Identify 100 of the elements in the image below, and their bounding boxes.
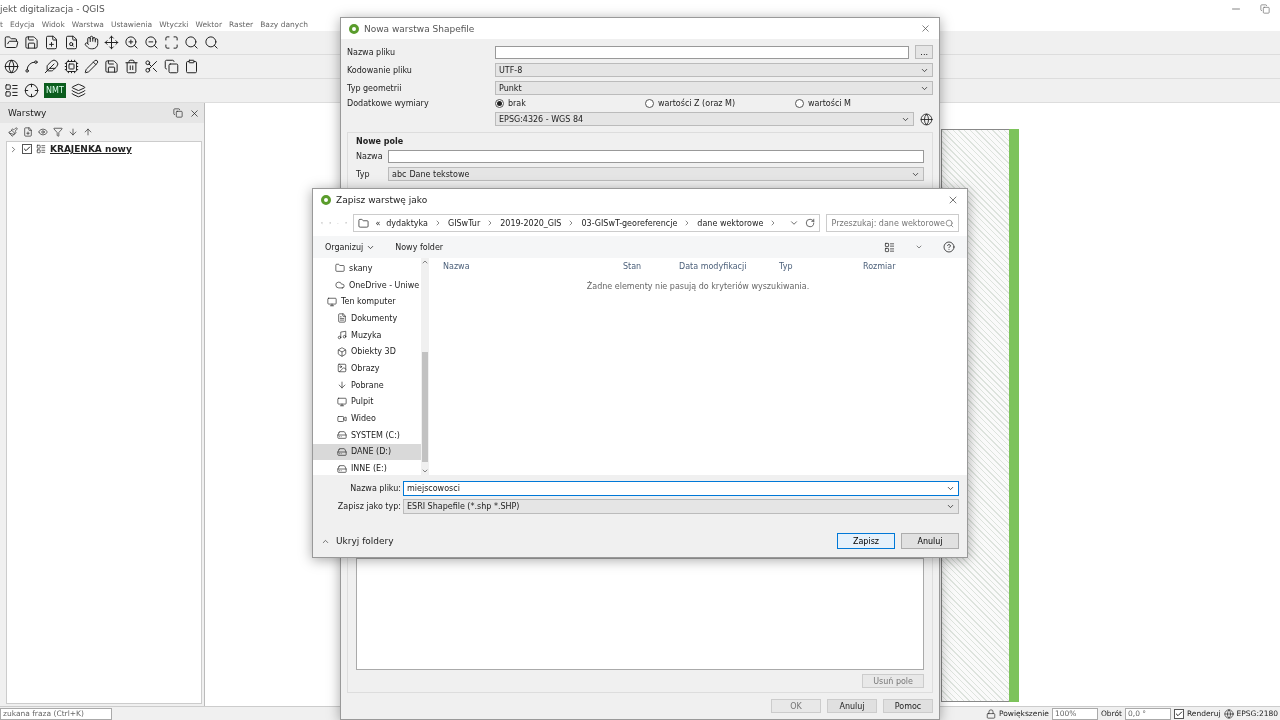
file-name-field[interactable]: miejscowosci <box>403 481 959 496</box>
hand-icon[interactable] <box>84 35 99 50</box>
radio-button[interactable] <box>645 99 654 108</box>
add-group-icon[interactable] <box>23 127 33 137</box>
column-header[interactable]: Stan <box>623 261 679 271</box>
help-icon[interactable] <box>943 241 955 253</box>
filter-icon[interactable] <box>53 127 63 137</box>
path-segment[interactable]: dane wektorowe <box>697 218 764 228</box>
nav-item[interactable]: OneDrive - Uniwe <box>313 276 421 294</box>
scissors-icon[interactable] <box>144 59 159 74</box>
scroll-up-icon[interactable] <box>421 258 429 266</box>
nav-item[interactable]: Muzyka <box>313 326 421 344</box>
nav-item[interactable]: Obiekty 3D <box>313 343 421 361</box>
crosshair-icon[interactable] <box>24 83 39 98</box>
column-header[interactable]: Typ <box>779 261 863 271</box>
nav-item[interactable]: skany <box>313 260 421 277</box>
folder-icon[interactable] <box>4 35 19 50</box>
zoom-in-icon[interactable] <box>124 35 139 50</box>
vector-icon[interactable] <box>24 59 39 74</box>
globe-icon[interactable] <box>1223 708 1234 719</box>
save-icon[interactable] <box>104 59 119 74</box>
path-segment[interactable]: 2019-2020_GIS <box>500 218 562 228</box>
copy-icon[interactable] <box>164 59 179 74</box>
search-icon[interactable] <box>204 35 219 50</box>
close-icon[interactable] <box>920 23 931 34</box>
path-prefix[interactable]: « <box>375 218 381 228</box>
browse-button[interactable]: ... <box>915 45 933 59</box>
feather-icon[interactable] <box>44 59 59 74</box>
layers-icon[interactable] <box>70 83 86 98</box>
scrollbar-thumb[interactable] <box>422 352 428 462</box>
chip-icon[interactable] <box>64 59 79 74</box>
column-header[interactable]: Nazwa <box>443 261 623 271</box>
geometry-select[interactable]: Punkt <box>495 81 933 95</box>
grid-icon[interactable] <box>4 83 19 98</box>
restore-icon[interactable] <box>1260 3 1270 14</box>
plugin-button[interactable]: NMT <box>44 83 66 98</box>
caret-icon[interactable] <box>789 218 800 228</box>
new-folder-button[interactable]: Nowy folder <box>395 242 444 252</box>
view-icon[interactable] <box>884 241 895 253</box>
move-icon[interactable] <box>104 35 119 50</box>
file-type-select[interactable]: ESRI Shapefile (*.shp *.SHP) <box>403 499 959 514</box>
file-search-icon[interactable] <box>64 35 79 50</box>
nav-item[interactable]: INNE (E:) <box>313 460 421 475</box>
organize-button[interactable]: Organizuj <box>325 242 376 252</box>
radio-label: wartości Z (oraz M) <box>658 99 736 108</box>
path-segment[interactable]: GISwTur <box>448 218 481 228</box>
empty-message: Żadne elementy nie pasują do kryteriów wyszukiwania. <box>585 282 811 291</box>
radio-button[interactable] <box>795 99 804 108</box>
path-segment[interactable]: dydaktyka <box>386 218 428 228</box>
globe-icon[interactable] <box>920 112 933 126</box>
nav-item[interactable]: Wideo <box>313 410 421 427</box>
hide-folders-link[interactable]: Ukryj foldery <box>336 536 394 546</box>
nav-item[interactable]: Pulpit <box>313 393 421 411</box>
clipboard-icon[interactable] <box>184 59 199 74</box>
refresh-icon[interactable] <box>805 218 816 228</box>
field-type-select[interactable]: abc Dane tekstowe <box>388 167 924 181</box>
nav-item[interactable]: Dokumenty <box>313 310 421 327</box>
file-name-field[interactable] <box>495 45 910 59</box>
download-arrow-icon <box>337 380 347 391</box>
expand-icon[interactable] <box>68 127 78 137</box>
new-file-icon[interactable] <box>44 35 59 50</box>
path-segment[interactable]: 03-GISwT-georeferencje <box>581 218 678 228</box>
window-title: jekt digitalizacja - QGIS <box>0 3 105 14</box>
trash-icon[interactable] <box>124 59 139 74</box>
render-checkbox[interactable] <box>1174 708 1184 719</box>
zoom-out-icon[interactable] <box>144 35 159 50</box>
eye-icon[interactable] <box>38 127 48 137</box>
field-name-input[interactable] <box>388 150 924 163</box>
column-header[interactable]: Rozmiar <box>863 261 923 271</box>
caret-icon[interactable] <box>915 243 923 251</box>
save-icon[interactable] <box>24 35 39 50</box>
nav-item[interactable]: Pobrane <box>313 376 421 394</box>
layer-checkbox[interactable] <box>22 144 32 154</box>
encoding-select[interactable]: UTF-8 <box>495 63 933 77</box>
dialog-button[interactable]: Anuluj <box>901 533 959 549</box>
dialog-button[interactable]: Zapisz <box>837 533 895 549</box>
float-icon[interactable] <box>173 108 183 118</box>
nav-item[interactable]: Obrazy <box>313 360 421 377</box>
layer-name[interactable]: KRAJENKA nowy <box>50 144 132 154</box>
pencil-icon[interactable] <box>84 59 99 74</box>
search-icon[interactable] <box>184 35 199 50</box>
dialog-button[interactable]: Anuluj <box>827 699 877 713</box>
nav-item[interactable]: SYSTEM (C:) <box>313 426 421 444</box>
globe-icon[interactable] <box>4 59 19 74</box>
nav-item[interactable]: Ten komputer <box>313 293 421 311</box>
column-header[interactable]: Data modyfikacji <box>679 261 779 271</box>
close-icon[interactable] <box>189 107 200 119</box>
crs-select[interactable]: EPSG:4326 - WGS 84 <box>495 112 914 126</box>
search-field[interactable]: Przeszukaj: dane wektorowe <box>826 214 959 232</box>
collapse-icon[interactable] <box>83 127 93 137</box>
radio-button[interactable] <box>495 99 504 108</box>
address-bar[interactable]: « dydaktyka GISwTur 2019-2020_GIS 03-GISwT-georeferencje dane wektorowe <box>353 214 821 232</box>
app-logo-icon <box>349 23 359 34</box>
field-list[interactable] <box>356 558 924 670</box>
scroll-down-icon[interactable] <box>421 467 429 475</box>
lock-icon[interactable] <box>985 708 996 719</box>
zoom-full-icon[interactable] <box>164 35 179 50</box>
dialog-button[interactable]: Pomoc <box>883 699 933 713</box>
nav-item[interactable]: DANE (D:) <box>313 443 421 461</box>
brush-icon[interactable] <box>8 127 18 137</box>
